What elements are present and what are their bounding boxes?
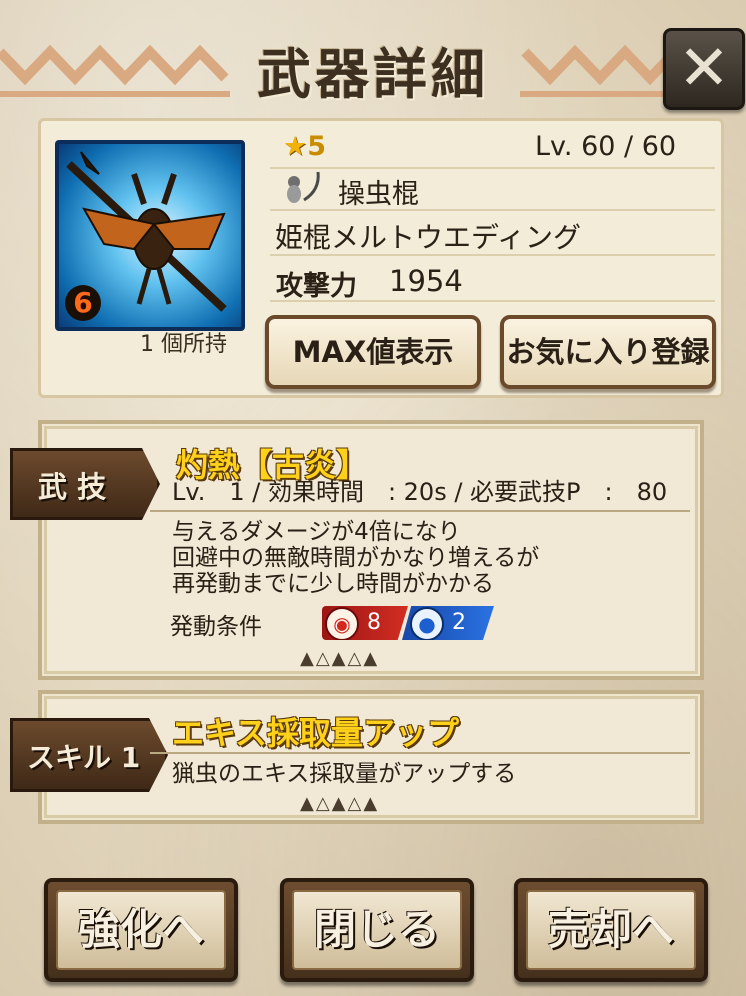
weapon-type: 操虫棍 xyxy=(338,179,419,210)
close-icon: ✕ xyxy=(678,31,730,104)
bugi-tab: 武 技 xyxy=(10,448,160,520)
skill-tab: スキル 1 xyxy=(10,718,168,792)
bugi-stats: Lv. 1 / 効果時間 : 20s / 必要武技P : 80 xyxy=(172,478,668,506)
bugi-desc-line-3: 再発動までに少し時間がかかる xyxy=(172,571,494,597)
owned-count: 1 個所持 xyxy=(140,332,227,357)
close-dialog-button[interactable]: 閉じる xyxy=(280,878,474,982)
attack-label: 攻撃力 xyxy=(276,271,357,302)
divider xyxy=(150,752,690,754)
bugi-desc-line-2: 回避中の無敵時間がかなり増えるが xyxy=(172,545,540,571)
skill-title: エキス採取量アップ xyxy=(172,714,460,752)
water-icon: ● xyxy=(410,607,444,640)
more-indicator-icon: ▲△▲△▲ xyxy=(300,648,380,669)
weapon-icon: 6 xyxy=(55,140,245,331)
rarity: ★5 xyxy=(283,131,327,162)
favorite-button[interactable]: お気に入り登録 xyxy=(500,315,716,389)
condition-water: ● 2 xyxy=(402,606,494,640)
condition-label: 発動条件 xyxy=(170,614,262,640)
max-display-button[interactable]: MAX値表示 xyxy=(265,315,481,389)
enhance-button[interactable]: 強化へ xyxy=(44,878,238,982)
weapon-level: Lv. 60 / 60 xyxy=(535,131,677,162)
page-title: 武器詳細 xyxy=(257,43,489,106)
star-icon: ★ xyxy=(283,131,308,162)
skill-desc: 猟虫のエキス採取量がアップする xyxy=(172,761,517,787)
weapon-name: 姫棍メルトウエディング xyxy=(275,221,582,254)
sell-button[interactable]: 売却へ xyxy=(514,878,708,982)
bugi-desc-line-1: 与えるダメージが4倍になり xyxy=(172,519,461,545)
insect-glaive-icon xyxy=(282,170,322,204)
attack-value: 1954 xyxy=(389,264,463,298)
fire-icon: ◉ xyxy=(325,607,359,640)
element-badge: 6 xyxy=(65,285,101,321)
divider xyxy=(150,510,690,512)
more-indicator-icon: ▲△▲△▲ xyxy=(300,793,380,814)
close-button[interactable]: ✕ xyxy=(663,28,745,110)
condition-fire: ◉ 8 xyxy=(322,606,408,640)
